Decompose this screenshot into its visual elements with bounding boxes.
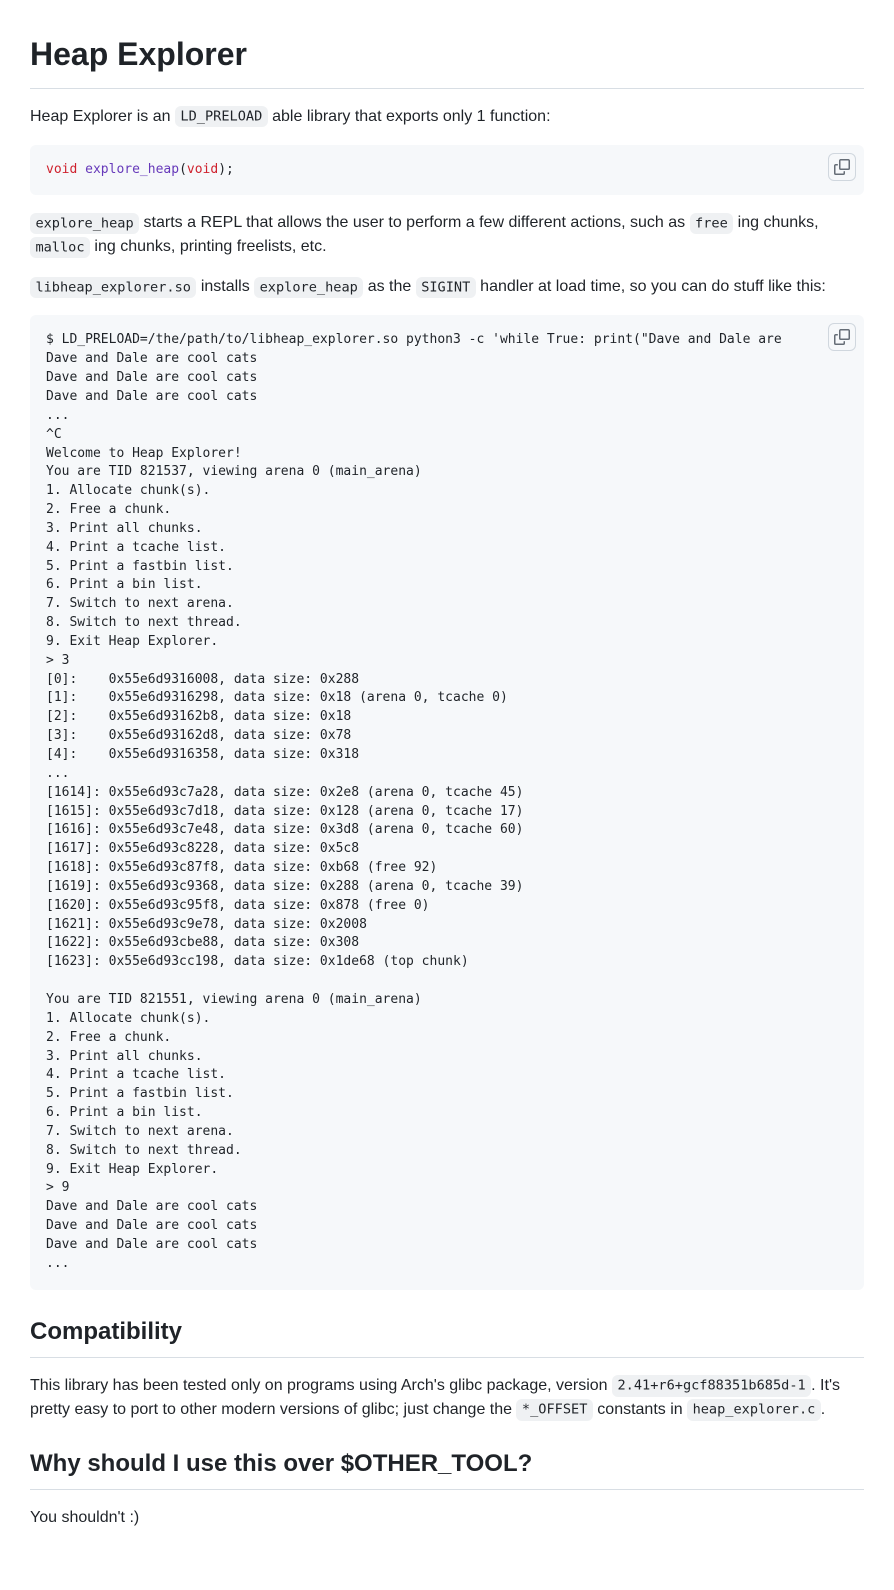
offset-code: *_OFFSET (516, 1399, 592, 1420)
why-heading: Why should I use this over $OTHER_TOOL? (30, 1446, 864, 1490)
free-code: free (690, 213, 734, 234)
explore-heap-paragraph: explore_heap starts a REPL that allows t… (30, 211, 864, 259)
copy-icon (834, 329, 850, 345)
kw-void-2: void (187, 162, 218, 177)
session-codeblock: $ LD_PRELOAD=/the/path/to/libheap_explor… (30, 315, 864, 1289)
page-title: Heap Explorer (30, 30, 864, 89)
compat-t4: . (821, 1401, 825, 1418)
sigint-paragraph: libheap_explorer.so installs explore_hea… (30, 275, 864, 299)
compatibility-heading: Compatibility (30, 1314, 864, 1358)
libheap-code: libheap_explorer.so (30, 277, 196, 298)
compatibility-paragraph: This library has been tested only on pro… (30, 1374, 864, 1422)
p3-t2: as the (363, 278, 415, 295)
heap-explorer-c-code: heap_explorer.c (687, 1399, 821, 1420)
intro-text-a: Heap Explorer is an (30, 108, 175, 125)
p2-t3: ing chunks, printing freelists, etc. (90, 238, 327, 255)
copy-button[interactable] (828, 153, 856, 181)
paren-close: ); (218, 162, 234, 177)
paren-open: ( (179, 162, 187, 177)
intro-paragraph: Heap Explorer is an LD_PRELOAD able libr… (30, 105, 864, 129)
explore-heap-code: explore_heap (30, 213, 139, 234)
explore-heap-code-2: explore_heap (254, 277, 363, 298)
compat-t1: This library has been tested only on pro… (30, 1377, 612, 1394)
signature-codeblock: void explore_heap(void); (30, 145, 864, 196)
compat-t3: constants in (593, 1401, 687, 1418)
p2-t2: ing chunks, (733, 214, 818, 231)
signature-pre: void explore_heap(void); (46, 161, 848, 180)
p2-t1: starts a REPL that allows the user to pe… (139, 214, 689, 231)
ld-preload-code: LD_PRELOAD (175, 106, 268, 127)
malloc-code: malloc (30, 237, 90, 258)
intro-text-b: able library that exports only 1 functio… (268, 108, 551, 125)
fn-name: explore_heap (85, 162, 179, 177)
why-body: You shouldn't :) (30, 1506, 864, 1530)
copy-button[interactable] (828, 323, 856, 351)
session-pre: $ LD_PRELOAD=/the/path/to/libheap_explor… (46, 331, 848, 1273)
sigint-code: SIGINT (416, 277, 476, 298)
p3-t3: handler at load time, so you can do stuf… (476, 278, 826, 295)
kw-void-1: void (46, 162, 77, 177)
p3-t1: installs (196, 278, 254, 295)
copy-icon (834, 159, 850, 175)
glibc-version-code: 2.41+r6+gcf88351b685d-1 (612, 1375, 811, 1396)
